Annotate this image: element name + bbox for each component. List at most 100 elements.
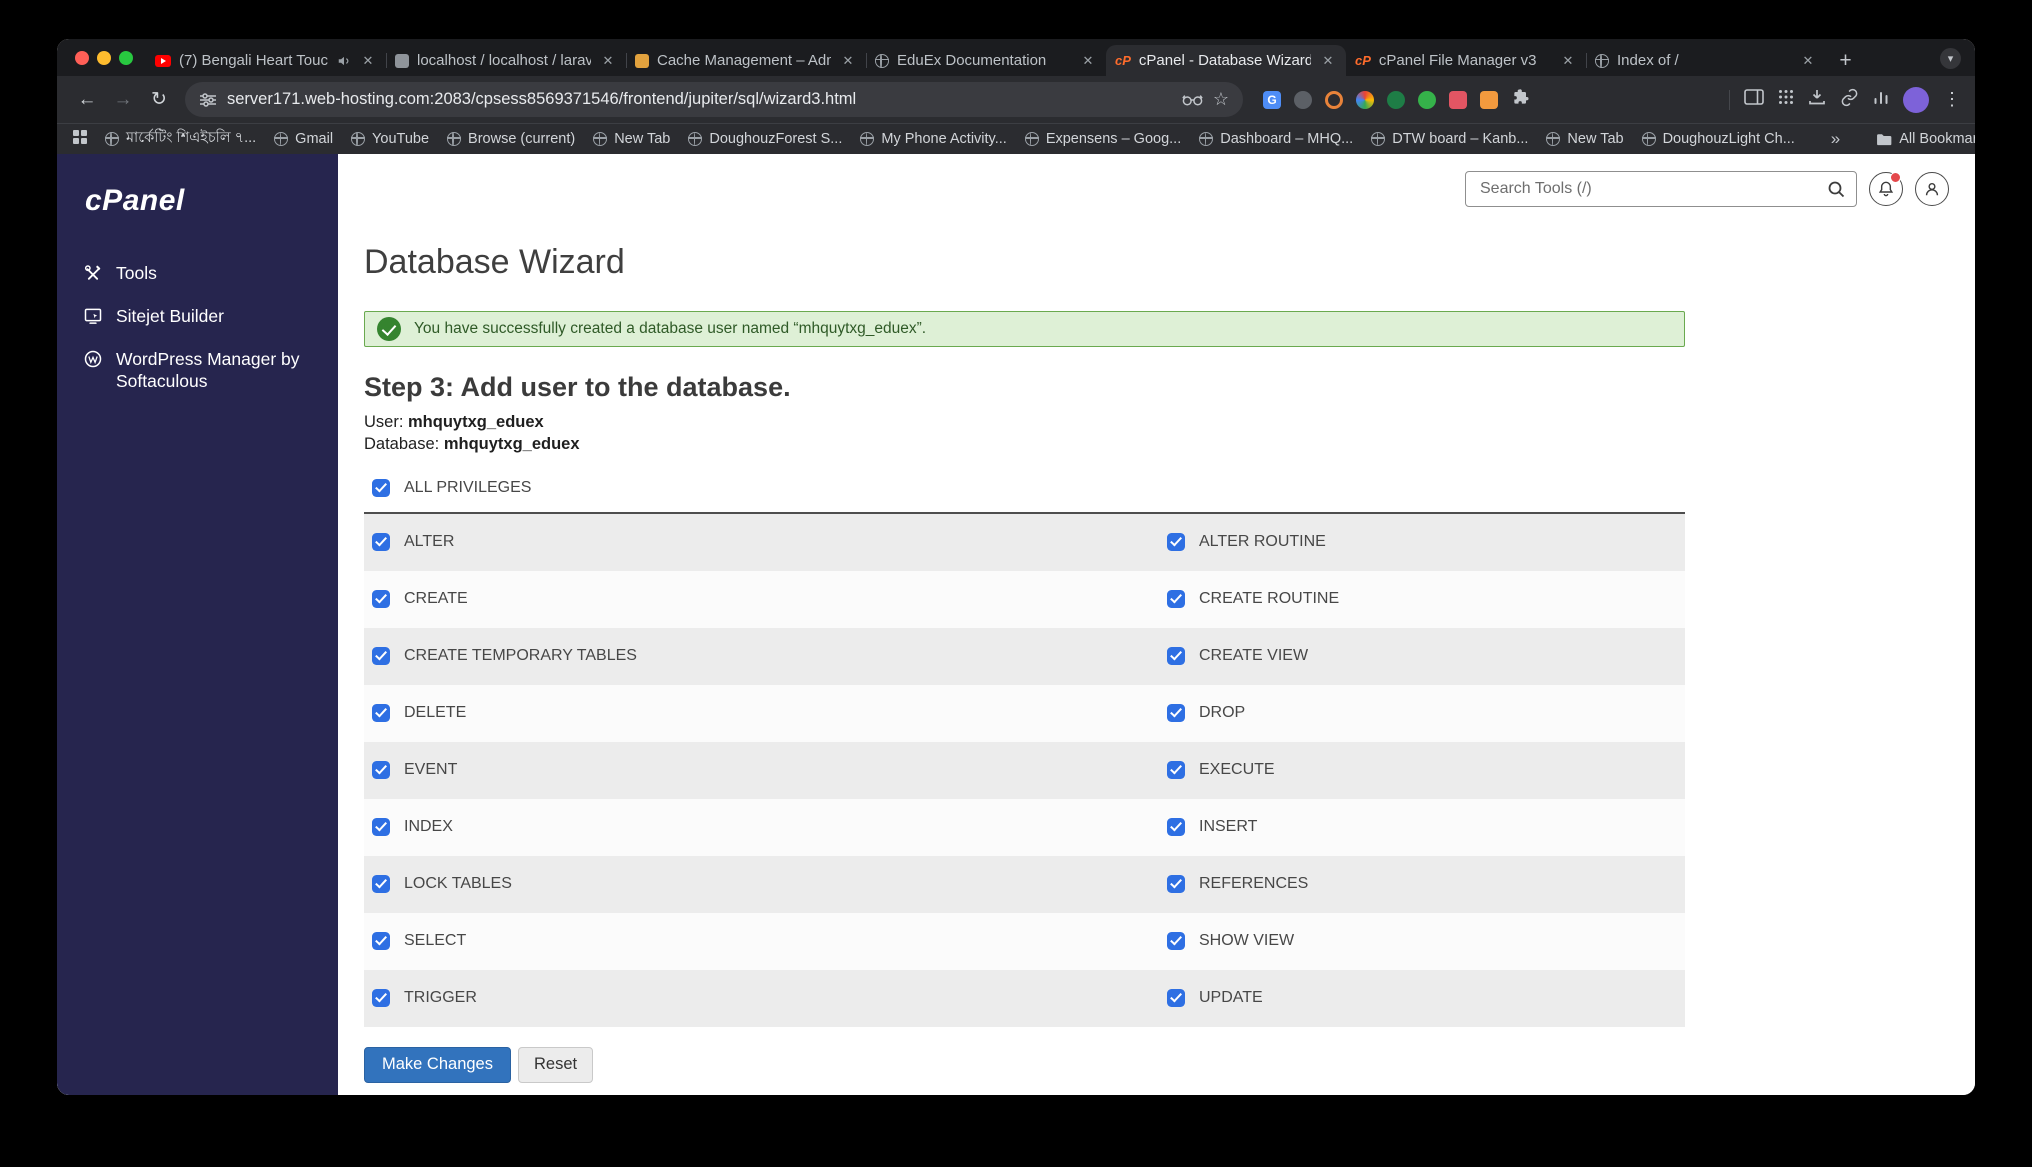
- extension-translate-icon[interactable]: G: [1263, 90, 1281, 109]
- reload-button[interactable]: ↻: [143, 84, 175, 116]
- tab-index-of[interactable]: Index of / ✕: [1586, 45, 1826, 76]
- all-privileges-checkbox[interactable]: [372, 478, 390, 497]
- bookmark-label: New Tab: [1567, 131, 1624, 147]
- zoom-window-button[interactable]: [119, 51, 133, 65]
- sidebar-item-tools[interactable]: Tools: [57, 252, 338, 295]
- tab-close-icon[interactable]: ✕: [1319, 52, 1337, 70]
- extension-multicolor-icon[interactable]: [1356, 90, 1374, 109]
- sidebar-item-sitejet-builder[interactable]: Sitejet Builder: [57, 295, 338, 338]
- minimize-window-button[interactable]: [97, 51, 111, 65]
- reading-mode-icon[interactable]: [1182, 93, 1203, 107]
- privilege-checkbox[interactable]: [372, 647, 390, 666]
- downloads-icon[interactable]: [1808, 88, 1826, 111]
- media-controls-icon[interactable]: [1873, 89, 1889, 110]
- tab-cpanel-database-wizard[interactable]: cP cPanel - Database Wizard ✕: [1106, 45, 1346, 76]
- extension-green-shield-icon[interactable]: [1387, 90, 1405, 109]
- tab-title: Cache Management – Admin: [657, 52, 831, 69]
- tab-bengali-heart-touching[interactable]: (7) Bengali Heart Touchin ✕: [146, 45, 386, 76]
- bookmark-item[interactable]: New Tab: [593, 131, 670, 147]
- make-changes-button[interactable]: Make Changes: [364, 1046, 511, 1083]
- privilege-checkbox[interactable]: [372, 989, 390, 1008]
- link-icon[interactable]: [1840, 88, 1859, 112]
- search-input[interactable]: [1478, 179, 1827, 199]
- privilege-row: LOCK TABLES REFERENCES: [364, 855, 1685, 913]
- address-bar[interactable]: server171.web-hosting.com:2083/cpsess856…: [185, 82, 1243, 117]
- side-panel-icon[interactable]: [1744, 89, 1764, 110]
- tab-close-icon[interactable]: ✕: [599, 52, 617, 70]
- extensions-puzzle-icon[interactable]: [1511, 87, 1531, 112]
- account-button[interactable]: [1915, 172, 1949, 206]
- privilege-checkbox[interactable]: [1167, 647, 1185, 666]
- sidebar-item-wordpress-manager[interactable]: WordPress Manager by Softaculous: [57, 338, 338, 404]
- tab-cpanel-file-manager[interactable]: cP cPanel File Manager v3 ✕: [1346, 45, 1586, 76]
- tab-eduex-documentation[interactable]: EduEx Documentation ✕: [866, 45, 1106, 76]
- bookmark-item[interactable]: মার্কেটিং শিএইচলি ৭...: [105, 127, 256, 151]
- privilege-checkbox[interactable]: [1167, 875, 1185, 894]
- bookmark-item[interactable]: YouTube: [351, 131, 429, 147]
- bookmark-star-icon[interactable]: ☆: [1213, 89, 1229, 110]
- privilege-label: SELECT: [404, 932, 467, 950]
- extension-pink-icon[interactable]: [1449, 90, 1467, 109]
- bookmark-item[interactable]: Dashboard – MHQ...: [1199, 131, 1353, 147]
- privilege-checkbox[interactable]: [372, 704, 390, 723]
- reset-button[interactable]: Reset: [517, 1046, 594, 1083]
- tab-close-icon[interactable]: ✕: [359, 52, 377, 70]
- tab-close-icon[interactable]: ✕: [1559, 52, 1577, 70]
- bookmark-item[interactable]: DoughouzLight Ch...: [1641, 131, 1795, 147]
- tab-localhost-laravel[interactable]: localhost / localhost / laravel | ✕: [386, 45, 626, 76]
- extension-orange-icon[interactable]: [1480, 90, 1498, 109]
- privilege-checkbox[interactable]: [372, 533, 390, 552]
- bookmark-item[interactable]: Browse (current): [447, 131, 575, 147]
- search-icon[interactable]: [1827, 180, 1846, 199]
- privilege-checkbox[interactable]: [372, 932, 390, 951]
- privilege-label: DELETE: [404, 704, 467, 722]
- tab-close-icon[interactable]: ✕: [839, 52, 857, 70]
- privilege-checkbox[interactable]: [1167, 533, 1185, 552]
- profile-avatar[interactable]: [1903, 86, 1929, 113]
- privilege-row: TRIGGER UPDATE: [364, 969, 1685, 1027]
- bookmark-item[interactable]: My Phone Activity...: [860, 131, 1007, 147]
- privilege-checkbox[interactable]: [372, 818, 390, 837]
- site-settings-icon[interactable]: [199, 92, 217, 108]
- privilege-checkbox[interactable]: [372, 590, 390, 609]
- notifications-button[interactable]: [1869, 172, 1903, 206]
- close-window-button[interactable]: [75, 51, 89, 65]
- tab-close-icon[interactable]: ✕: [1799, 52, 1817, 70]
- tab-search-button[interactable]: ▾: [1940, 48, 1961, 69]
- cpanel-logo[interactable]: cPanel: [85, 184, 338, 218]
- new-tab-button[interactable]: +: [1830, 45, 1861, 76]
- back-button[interactable]: ←: [71, 84, 103, 116]
- extension-orange-ring-icon[interactable]: [1325, 90, 1343, 109]
- privilege-label: INDEX: [404, 818, 453, 836]
- forward-button[interactable]: →: [107, 84, 139, 116]
- privilege-checkbox[interactable]: [1167, 590, 1185, 609]
- browser-menu-icon[interactable]: ⋮: [1943, 89, 1961, 110]
- bookmark-item[interactable]: New Tab: [1546, 131, 1624, 147]
- tab-cache-management[interactable]: Cache Management – Admin ✕: [626, 45, 866, 76]
- privilege-checkbox[interactable]: [1167, 761, 1185, 780]
- globe-favicon-icon: [593, 132, 608, 146]
- privilege-label: CREATE VIEW: [1199, 647, 1309, 665]
- privilege-checkbox[interactable]: [1167, 932, 1185, 951]
- privilege-label: REFERENCES: [1199, 875, 1309, 893]
- bookmark-item[interactable]: Expensens – Goog...: [1024, 131, 1181, 147]
- privilege-row: DELETE DROP: [364, 684, 1685, 742]
- bookmark-apps-icon[interactable]: [73, 129, 87, 149]
- bookmark-item[interactable]: Gmail: [274, 131, 333, 147]
- apps-grid-icon[interactable]: [1778, 89, 1794, 110]
- privilege-label: EVENT: [404, 761, 458, 779]
- privilege-checkbox[interactable]: [1167, 818, 1185, 837]
- bookmark-item[interactable]: DTW board – Kanb...: [1371, 131, 1528, 147]
- privilege-checkbox[interactable]: [372, 875, 390, 894]
- url-text[interactable]: server171.web-hosting.com:2083/cpsess856…: [227, 90, 1172, 109]
- extension-green-icon[interactable]: [1418, 90, 1436, 109]
- globe-favicon-icon: [274, 132, 289, 146]
- privilege-checkbox[interactable]: [1167, 989, 1185, 1008]
- tab-close-icon[interactable]: ✕: [1079, 52, 1097, 70]
- privilege-checkbox[interactable]: [1167, 704, 1185, 723]
- bookmarks-overflow-icon[interactable]: »: [1831, 129, 1840, 149]
- extension-shield-icon[interactable]: [1294, 90, 1312, 109]
- bookmark-item[interactable]: DoughouzForest S...: [688, 131, 842, 147]
- all-bookmarks-button[interactable]: All Bookmarks: [1876, 131, 1975, 147]
- privilege-checkbox[interactable]: [372, 761, 390, 780]
